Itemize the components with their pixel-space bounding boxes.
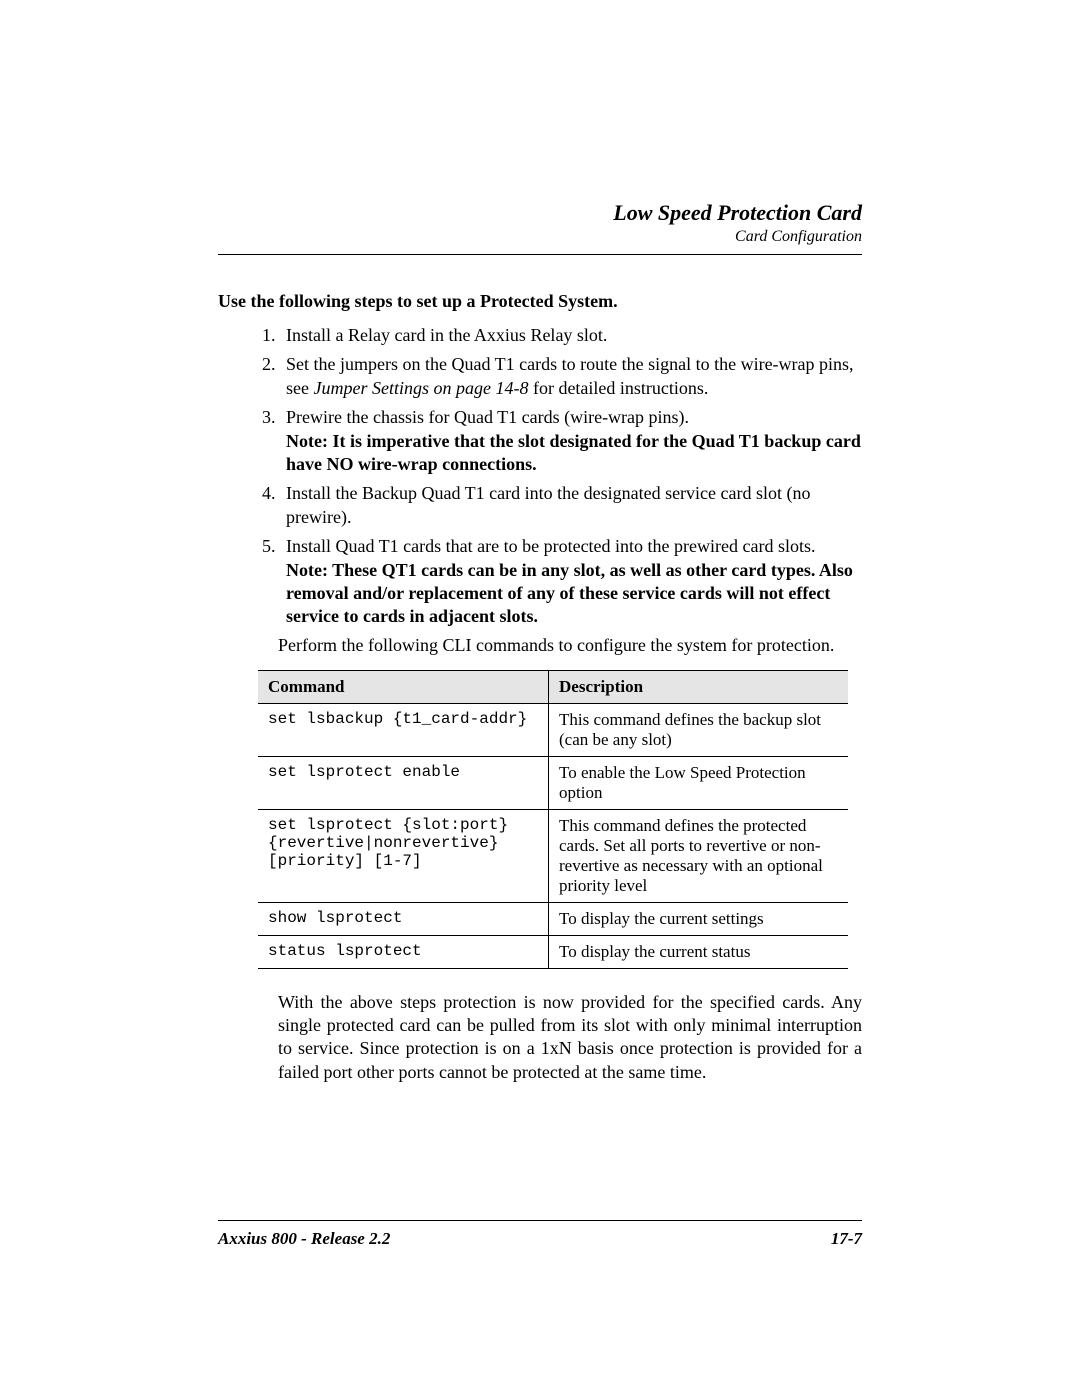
table-row: show lsprotect To display the current se…: [258, 902, 848, 935]
step-5: Install Quad T1 cards that are to be pro…: [280, 535, 862, 629]
step-2-text-b: for detailed instructions.: [528, 378, 708, 398]
footer-row: Axxius 800 - Release 2.2 17-7: [218, 1229, 862, 1249]
table-header-row: Command Description: [258, 670, 848, 703]
desc-cell: To enable the Low Speed Protection optio…: [549, 756, 849, 809]
footer-rule: [218, 1220, 862, 1221]
step-2-ref: Jumper Settings on page 14-8: [313, 378, 528, 398]
cmd-cell: set lsprotect enable: [258, 756, 549, 809]
footer-right: 17-7: [831, 1229, 862, 1249]
step-1: Install a Relay card in the Axxius Relay…: [280, 324, 862, 347]
cmd-cell: set lsbackup {t1_card-addr}: [258, 703, 549, 756]
command-table: Command Description set lsbackup {t1_car…: [258, 670, 848, 969]
table-row: set lsbackup {t1_card-addr} This command…: [258, 703, 848, 756]
header-subtitle: Card Configuration: [218, 228, 862, 246]
step-5-note: Note: These QT1 cards can be in any slot…: [286, 560, 853, 627]
step-4-text: Install the Backup Quad T1 card into the…: [286, 483, 811, 526]
table-row: set lsprotect enable To enable the Low S…: [258, 756, 848, 809]
step-3: Prewire the chassis for Quad T1 cards (w…: [280, 406, 862, 476]
cmd-cell: set lsprotect {slot:port} {revertive|non…: [258, 809, 549, 902]
page-header: Low Speed Protection Card Card Configura…: [218, 200, 862, 246]
header-rule: [218, 254, 862, 255]
desc-cell: To display the current settings: [549, 902, 849, 935]
step-3-text: Prewire the chassis for Quad T1 cards (w…: [286, 407, 689, 427]
desc-cell: To display the current status: [549, 935, 849, 968]
step-5-text: Install Quad T1 cards that are to be pro…: [286, 536, 816, 556]
document-page: Low Speed Protection Card Card Configura…: [0, 0, 1080, 1084]
table-row: set lsprotect {slot:port} {revertive|non…: [258, 809, 848, 902]
step-1-text: Install a Relay card in the Axxius Relay…: [286, 325, 607, 345]
page-footer: Axxius 800 - Release 2.2 17-7: [218, 1220, 862, 1249]
desc-cell: This command defines the backup slot (ca…: [549, 703, 849, 756]
cmd-cell: status lsprotect: [258, 935, 549, 968]
steps-list: Install a Relay card in the Axxius Relay…: [256, 324, 862, 629]
perform-text: Perform the following CLI commands to co…: [278, 635, 862, 656]
footer-left: Axxius 800 - Release 2.2: [218, 1229, 390, 1249]
col-command: Command: [258, 670, 549, 703]
closing-paragraph: With the above steps protection is now p…: [278, 991, 862, 1085]
step-3-note: Note: It is imperative that the slot des…: [286, 431, 861, 474]
table-row: status lsprotect To display the current …: [258, 935, 848, 968]
intro-heading: Use the following steps to set up a Prot…: [218, 291, 862, 312]
cmd-cell: show lsprotect: [258, 902, 549, 935]
desc-cell: This command defines the protected cards…: [549, 809, 849, 902]
step-4: Install the Backup Quad T1 card into the…: [280, 482, 862, 529]
header-title: Low Speed Protection Card: [218, 200, 862, 226]
step-2: Set the jumpers on the Quad T1 cards to …: [280, 353, 862, 400]
col-description: Description: [549, 670, 849, 703]
